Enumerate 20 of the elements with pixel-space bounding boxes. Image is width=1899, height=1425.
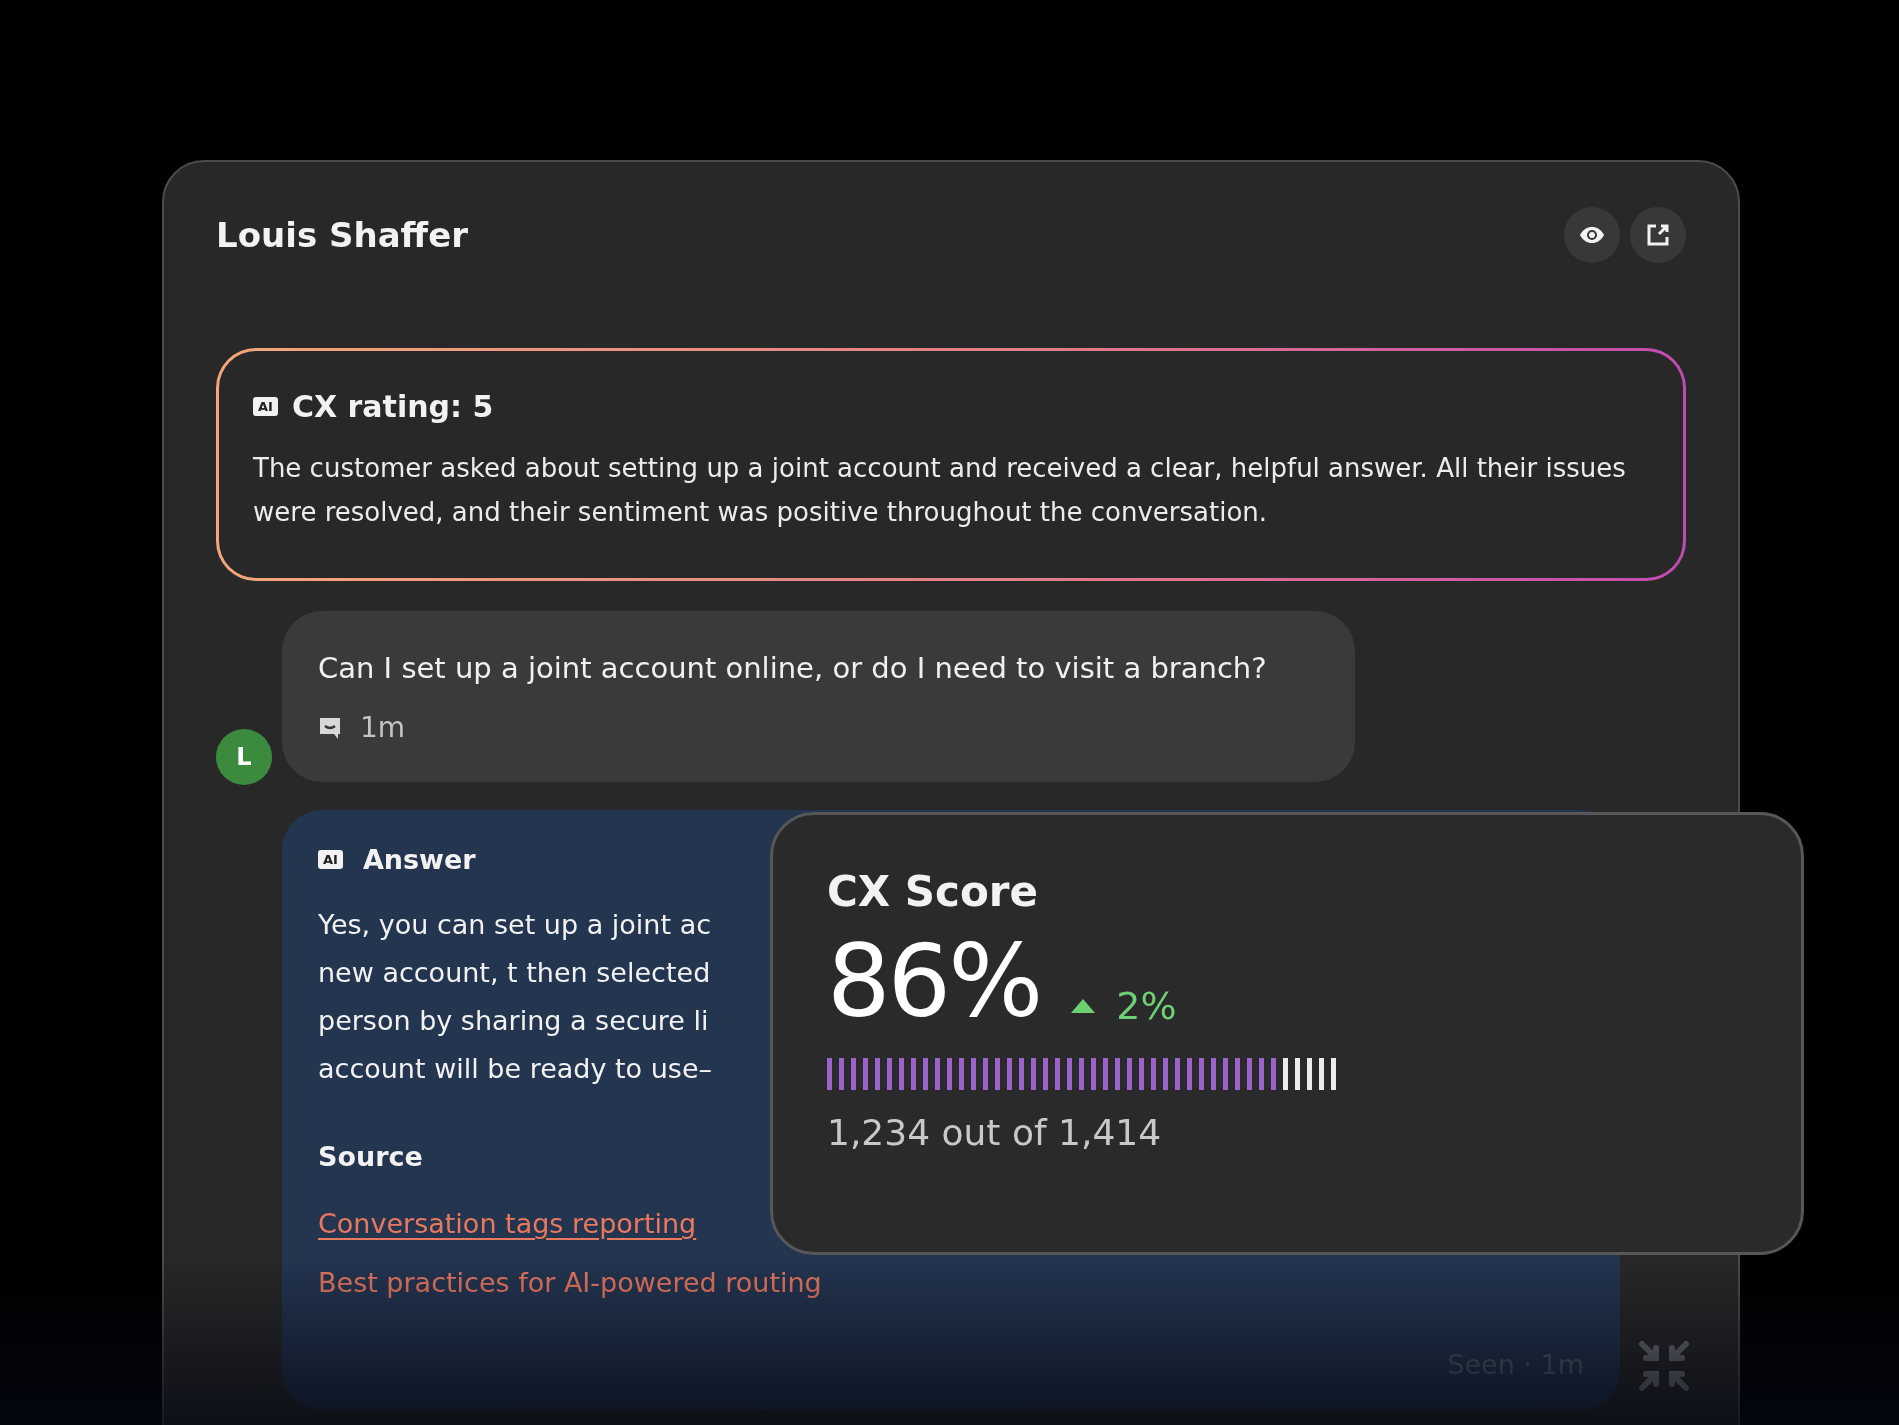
answer-text-line: new account, t then selected [318, 956, 711, 990]
question-text: Can I set up a joint account online, or do I need to visit a branch? [318, 651, 1268, 685]
answer-text-line: person by sharing a secure li [318, 1004, 709, 1038]
source-link[interactable]: Best practices for AI-powered routing [318, 1267, 822, 1298]
contact-name: Louis Shaffer [216, 215, 468, 255]
source-link[interactable]: Conversation tags reporting [318, 1208, 697, 1239]
answer-text-line: Yes, you can set up a joint ac [318, 908, 712, 942]
ai-badge: AI [318, 850, 343, 869]
source-heading: Source [318, 1141, 423, 1172]
score-caption: 1,234 out of 1,414 [827, 1112, 1163, 1153]
message-time: 1m [360, 711, 406, 744]
answer-text-line: account will be ready to use– [318, 1052, 712, 1086]
score-change: 2% [1116, 984, 1177, 1028]
answer-title: Answer [362, 844, 476, 875]
avatar: L [216, 729, 272, 785]
ai-badge: AI [253, 397, 278, 416]
cx-rating-title: CX rating: 5 [291, 389, 494, 424]
cx-score-title: CX Score [827, 867, 1040, 916]
rating-summary: The customer asked about setting up a joint account and received a clear, helpful answer. All their issues were resolved, and their sentiment was positive throughout the conversation. [253, 452, 1627, 529]
score-value: 86% [827, 932, 1041, 1032]
